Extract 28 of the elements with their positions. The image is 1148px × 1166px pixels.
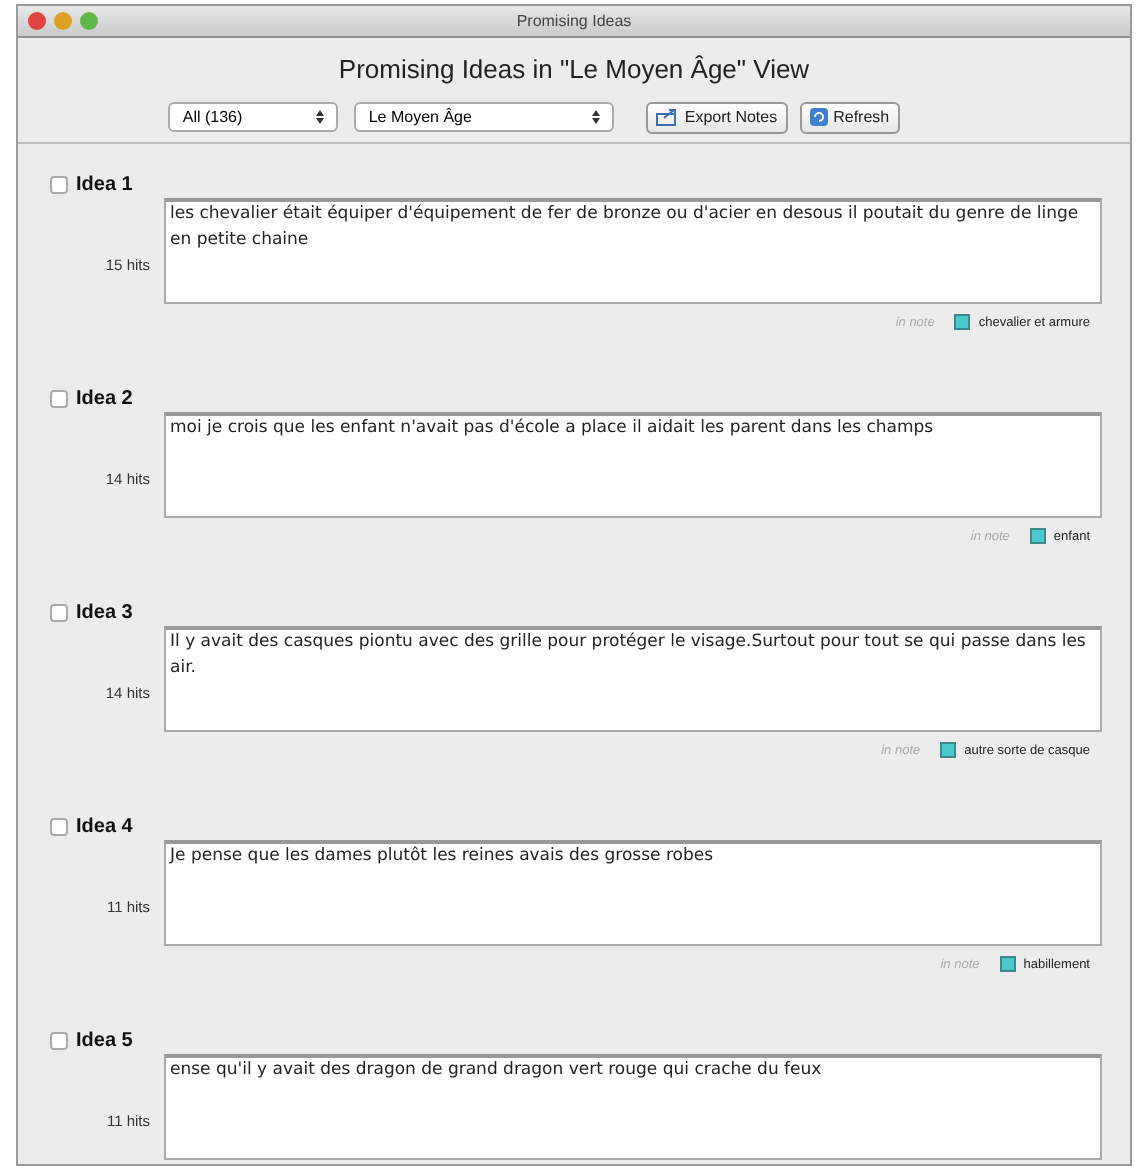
zoom-button[interactable] (80, 12, 98, 30)
stepper-icon (592, 110, 601, 124)
idea-title: Idea 5 (76, 1028, 133, 1056)
window-title: Promising Ideas (516, 9, 632, 33)
minimize-button[interactable] (54, 12, 72, 30)
idea-checkbox[interactable] (50, 604, 68, 622)
idea-title: Idea 4 (76, 814, 133, 842)
view-dropdown[interactable]: Le Moyen Âge (354, 102, 615, 132)
idea-text-area[interactable]: Il y avait des casques piontu avec des grille pour protéger le visage.Surtout pour tout se qui passe dans les air. (164, 625, 1102, 731)
idea-title: Idea 1 (76, 172, 133, 200)
refresh-icon (809, 108, 828, 126)
close-button[interactable] (28, 12, 46, 30)
idea-text-area[interactable]: les chevalier était équiper d'équipement de fer de bronze ou d'acier en desous il poutait du genre de linge en petite chaine (164, 197, 1102, 303)
stepper-icon (316, 110, 325, 124)
idea-checkbox[interactable] (50, 1032, 68, 1050)
view-heading: Promising Ideas in "Le Moyen Âge" View (336, 52, 812, 88)
filter-dropdown[interactable]: All (136) (168, 102, 339, 132)
idea-text-area[interactable]: ense qu'il y avait des dragon de grand dragon vert rouge qui crache du feux (164, 1053, 1102, 1159)
idea-checkbox[interactable] (50, 390, 68, 408)
export-icon (656, 108, 679, 126)
idea-text-area[interactable]: moi je crois que les enfant n'avait pas d'école a place il aidait les parent dans les champs (164, 411, 1102, 517)
export-notes-button[interactable]: Export Notes (646, 101, 788, 133)
idea-checkbox[interactable] (50, 818, 68, 836)
idea-title: Idea 2 (76, 386, 133, 414)
idea-text-area[interactable]: Je pense que les dames plutôt les reines avais des grosse robes (164, 839, 1102, 945)
refresh-button[interactable]: Refresh (799, 101, 900, 133)
idea-title: Idea 3 (76, 600, 133, 628)
idea-checkbox[interactable] (50, 176, 68, 194)
